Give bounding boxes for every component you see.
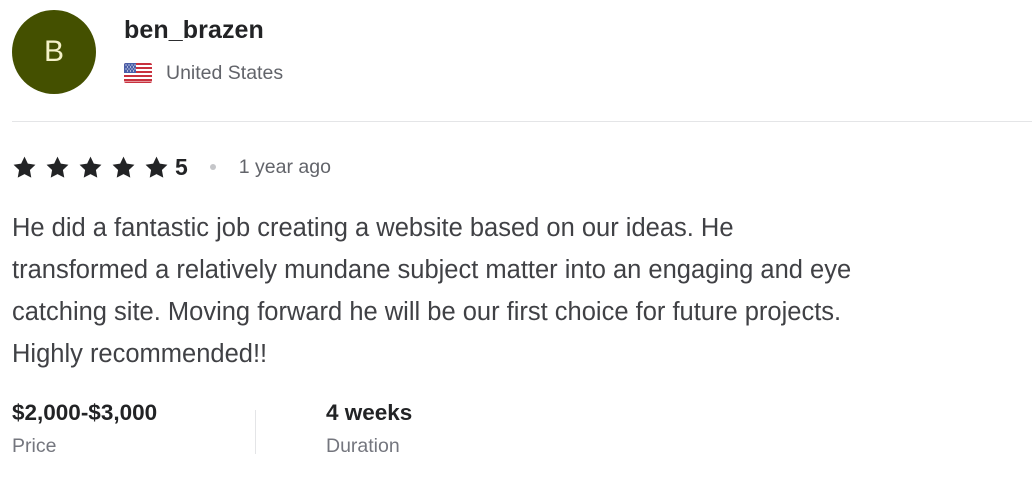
price-value: $2,000-$3,000: [12, 400, 158, 425]
review-text-line: Highly recommended!!: [12, 340, 268, 368]
review-text-line: transformed a relatively mundane subject…: [12, 256, 852, 284]
reviewer-country: United States: [124, 62, 283, 84]
review-card: B ben_brazen United States 5 1 year ago …: [0, 0, 1032, 477]
star-icon: [112, 156, 135, 178]
star-icon: [46, 156, 69, 178]
star-icon: [13, 156, 36, 178]
review-text-line: catching site. Moving forward he will be…: [12, 298, 842, 326]
country-name: United States: [166, 62, 284, 84]
rating-row: 5 1 year ago: [12, 152, 331, 182]
separator-dot: [209, 164, 216, 170]
duration-info: 4 weeks Duration: [256, 398, 412, 458]
price-label: Price: [12, 435, 57, 457]
review-text: He did a fantastic job creating a websit…: [12, 207, 1032, 375]
star-icon: [145, 156, 168, 178]
rating-value: 5: [175, 154, 188, 180]
review-text-line: He did a fantastic job creating a websit…: [12, 214, 734, 242]
duration-label: Duration: [326, 435, 400, 457]
avatar-initial: B: [43, 34, 64, 68]
star-icon: [79, 156, 102, 178]
price-info: $2,000-$3,000 Price: [12, 398, 255, 458]
us-flag-icon: [124, 63, 152, 83]
avatar[interactable]: B: [12, 10, 96, 94]
review-meta: $2,000-$3,000 Price 4 weeks Duration: [12, 398, 412, 458]
reviewer-header: B ben_brazen United States: [12, 10, 283, 94]
reviewer-info: ben_brazen United States: [124, 10, 283, 84]
duration-value: 4 weeks: [326, 400, 413, 425]
review-time: 1 year ago: [238, 156, 331, 178]
star-rating: [12, 155, 175, 180]
reviewer-username[interactable]: ben_brazen: [124, 16, 283, 44]
header-divider: [12, 121, 1032, 122]
